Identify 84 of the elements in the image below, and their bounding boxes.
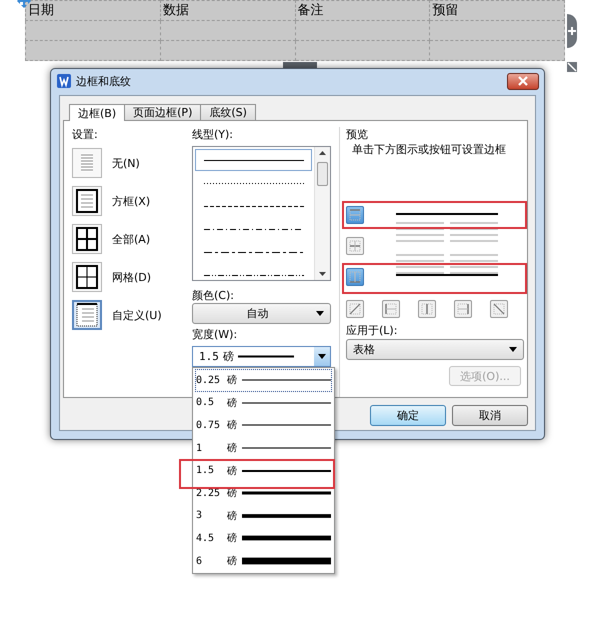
border-icon <box>348 239 362 253</box>
tab[interactable]: 页面边框(P) <box>124 104 202 120</box>
color-dropdown[interactable]: 自动 <box>192 303 331 324</box>
table-header-cell: 日期 <box>26 0 160 20</box>
border-icon <box>348 208 362 222</box>
line-sample-icon <box>242 557 331 566</box>
scrollbar-thumb[interactable] <box>317 162 328 186</box>
top-border-button[interactable] <box>346 206 364 224</box>
table-header-cell: 数据 <box>160 0 295 20</box>
diagonal-down-border-button[interactable] <box>490 300 508 318</box>
line-sample-icon <box>242 512 331 520</box>
preview-hint: 单击下方图示或按钮可设置边框 <box>352 142 507 157</box>
inside-vertical-border-button[interactable] <box>418 300 436 318</box>
setting-tile[interactable] <box>72 186 102 216</box>
close-button[interactable] <box>507 72 539 90</box>
all-border-icon <box>74 226 100 252</box>
tab[interactable]: 边框(B) <box>69 104 126 121</box>
setting-tile[interactable] <box>72 262 102 292</box>
plus-icon <box>568 27 576 35</box>
width-dropdown[interactable]: 1.5 磅 <box>192 346 331 367</box>
inside-horizontal-border-button[interactable] <box>346 237 364 255</box>
width-option[interactable]: 4.5 磅 <box>195 527 332 550</box>
line-sample-icon <box>242 489 331 498</box>
dropdown-arrow-icon <box>316 311 324 316</box>
line-sample-icon <box>204 204 304 208</box>
close-icon <box>518 76 528 86</box>
setting-option[interactable]: 方框(X) <box>72 184 190 218</box>
setting-option[interactable]: 全部(A) <box>72 222 190 256</box>
width-option[interactable]: 1.5 磅 <box>195 459 332 482</box>
setting-option[interactable]: 网格(D) <box>72 260 190 294</box>
left-border-button[interactable] <box>382 300 400 318</box>
scroll-down-icon[interactable] <box>319 272 326 276</box>
border-icon <box>348 270 362 284</box>
table-header-cell: 备注 <box>295 0 430 20</box>
line-sample-icon <box>238 355 294 358</box>
resize-handle-icon[interactable] <box>567 62 577 72</box>
line-sample-icon <box>204 250 304 254</box>
width-option[interactable]: 1 磅 <box>195 436 332 460</box>
border-icon <box>456 302 470 316</box>
apply-to-dropdown[interactable]: 表格 <box>346 339 524 360</box>
dialog-button[interactable]: 确定 <box>370 405 446 426</box>
width-option[interactable]: 0.25 磅 <box>195 369 332 392</box>
box-border-icon <box>74 188 100 214</box>
line-sample-icon <box>204 274 304 276</box>
setting-option[interactable]: 无(N) <box>72 146 190 180</box>
setting-tile[interactable] <box>72 224 102 254</box>
app-logo-icon <box>57 74 71 88</box>
border-icon <box>348 302 362 316</box>
width-option[interactable]: 0.75 磅 <box>195 414 332 437</box>
dropdown-arrow-icon <box>318 354 326 359</box>
table-header-cell: 预留 <box>430 0 564 20</box>
setting-tile[interactable] <box>72 148 102 178</box>
line-sample-icon <box>204 158 304 162</box>
width-option[interactable]: 0.5 磅 <box>195 392 332 414</box>
setting-option[interactable]: 自定义(U) <box>72 298 190 332</box>
line-sample-icon <box>242 534 331 542</box>
add-row-handle[interactable] <box>567 14 577 48</box>
width-option[interactable]: 3 磅 <box>195 504 332 528</box>
custom-border-icon <box>74 302 100 328</box>
line-style-option[interactable] <box>195 149 312 171</box>
border-icon <box>420 302 434 316</box>
settings-label: 设置: <box>72 127 98 142</box>
right-border-button[interactable] <box>454 300 472 318</box>
preview-label: 预览 <box>346 127 368 142</box>
line-sample-icon <box>204 228 304 230</box>
scroll-up-icon[interactable] <box>319 151 326 155</box>
bottom-border-button[interactable] <box>346 268 364 286</box>
grid-border-icon <box>74 264 100 290</box>
setting-tile[interactable] <box>72 300 102 330</box>
dropdown-arrow-icon <box>509 347 517 352</box>
line-sample-icon <box>204 182 304 184</box>
width-label: 宽度(W): <box>192 327 238 342</box>
border-icon <box>384 302 398 316</box>
color-label: 颜色(C): <box>192 288 234 303</box>
scrollbar[interactable] <box>314 147 330 280</box>
dialog-button[interactable]: 取消 <box>452 405 528 426</box>
line-style-label: 线型(Y): <box>192 127 234 142</box>
border-icon <box>492 302 506 316</box>
window-title: 边框和底纹 <box>76 74 131 88</box>
tab[interactable]: 底纹(S) <box>200 104 256 120</box>
apply-to-label: 应用于(L): <box>346 323 398 338</box>
width-option[interactable]: 6 磅 <box>195 550 332 572</box>
diagonal-up-border-button[interactable] <box>346 300 364 318</box>
table-bottom-handle[interactable] <box>283 62 317 68</box>
